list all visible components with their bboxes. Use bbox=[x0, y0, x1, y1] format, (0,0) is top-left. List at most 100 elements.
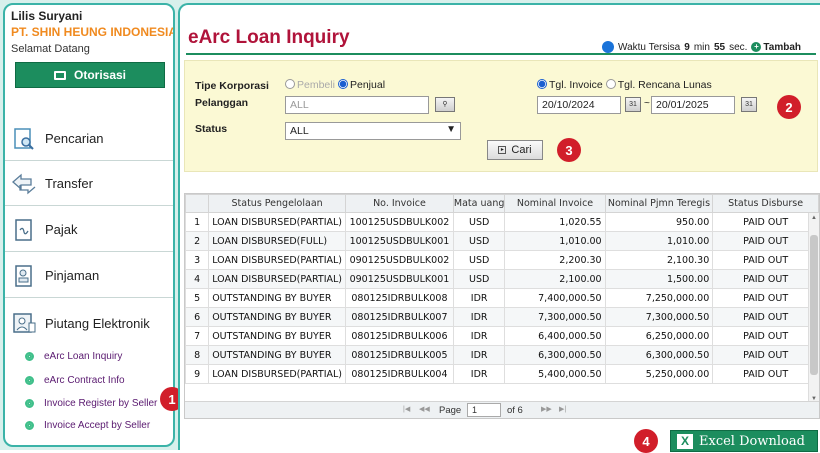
table-cell: OUTSTANDING BY BUYER bbox=[208, 326, 346, 346]
sidebar-item-label: Pencarian bbox=[45, 131, 104, 146]
submenu-earc-loan-inquiry[interactable]: eArc Loan Inquiry bbox=[25, 351, 122, 362]
date-from-input[interactable]: 20/10/2024 bbox=[537, 96, 621, 114]
sidebar-item-piutang-elektronik[interactable]: Piutang Elektronik bbox=[5, 301, 173, 345]
sidebar-item-pencarian[interactable]: Pencarian bbox=[5, 117, 173, 161]
table-cell: LOAN DISBURSED(PARTIAL) bbox=[208, 269, 346, 289]
calendar-icon[interactable]: 31 bbox=[741, 97, 757, 112]
pelanggan-label: Pelanggan bbox=[195, 97, 249, 109]
bullet-icon bbox=[25, 399, 34, 408]
radio-pembeli[interactable]: Pembeli bbox=[285, 79, 335, 91]
column-header[interactable]: Mata uang bbox=[452, 194, 506, 213]
table-cell: 3 bbox=[185, 250, 210, 270]
pager: |◀ ◀◀ Page 1 of 6 ▶▶ ▶| bbox=[185, 401, 819, 418]
date-type-group: Tgl. Invoice Tgl. Rencana Lunas bbox=[537, 79, 712, 91]
status-select[interactable]: ALL ▼ bbox=[285, 122, 461, 140]
title-divider bbox=[186, 53, 816, 55]
table-cell: PAID OUT bbox=[712, 288, 819, 308]
calendar-icon[interactable]: 31 bbox=[625, 97, 641, 112]
column-header[interactable]: Nominal Pjmn Teregis bbox=[604, 194, 714, 213]
table-cell: 7,250,000.00 bbox=[604, 288, 714, 308]
excel-download-button[interactable]: X Excel Download bbox=[670, 430, 818, 452]
table-cell: 1,500.00 bbox=[604, 269, 714, 289]
table-row[interactable]: 8 OUTSTANDING BY BUYER 080125IDRBULK005 IDR… bbox=[185, 345, 819, 365]
chevron-down-icon: ▼ bbox=[446, 124, 456, 135]
next-page-icon[interactable]: ▶▶ bbox=[541, 405, 552, 413]
table-cell: 7,300,000.50 bbox=[604, 307, 714, 327]
bullet-icon bbox=[25, 376, 34, 385]
table-cell: LOAN DISBURSED(PARTIAL) bbox=[208, 364, 346, 384]
table-cell: 1,010.00 bbox=[604, 231, 714, 251]
submenu-label: Invoice Accept by Seller bbox=[44, 420, 151, 431]
table-cell: 080125IDRBULK005 bbox=[345, 345, 454, 365]
cari-button[interactable]: ▸ Cari bbox=[487, 140, 543, 160]
results-table: Status Pengelolaan No. Invoice Mata uang… bbox=[185, 194, 819, 384]
table-row[interactable]: 4 LOAN DISBURSED(PARTIAL) 090125USDBULK001… bbox=[185, 269, 819, 289]
sidebar-item-pajak[interactable]: Pajak bbox=[5, 208, 173, 252]
last-page-icon[interactable]: ▶| bbox=[559, 405, 566, 413]
table-row[interactable]: 2 LOAN DISBURSED(FULL) 100125USDBULK001 USD… bbox=[185, 231, 819, 251]
table-cell: 4 bbox=[185, 269, 210, 289]
sidebar-item-pinjaman[interactable]: Pinjaman bbox=[5, 254, 173, 298]
loan-document-icon bbox=[9, 261, 39, 291]
table-cell: 080125IDRBULK006 bbox=[345, 326, 454, 346]
scrollbar-thumb[interactable] bbox=[810, 235, 818, 375]
table-cell: 7,300,000.50 bbox=[504, 307, 606, 327]
radio-tgl-invoice[interactable]: Tgl. Invoice bbox=[537, 79, 603, 91]
submenu-invoice-register-by-seller[interactable]: Invoice Register by Seller bbox=[25, 398, 157, 409]
submenu-label: Invoice Register by Seller bbox=[44, 398, 158, 409]
table-cell: 2,200.30 bbox=[504, 250, 606, 270]
table-cell: 5,250,000.00 bbox=[604, 364, 714, 384]
sidebar-item-label: Piutang Elektronik bbox=[45, 315, 150, 331]
pelanggan-input[interactable]: ALL bbox=[285, 96, 429, 114]
table-cell: 2 bbox=[185, 231, 210, 251]
radio-tgl-rencana-lunas[interactable]: Tgl. Rencana Lunas bbox=[605, 79, 712, 91]
column-header[interactable]: Status Pengelolaan bbox=[208, 194, 346, 213]
grid-scrollbar[interactable]: ▲ ▼ bbox=[808, 213, 819, 404]
customer-lookup-icon[interactable]: ⚲ bbox=[435, 97, 455, 112]
radio-off-icon bbox=[285, 79, 295, 89]
table-cell: USD bbox=[452, 231, 506, 251]
column-header[interactable]: Nominal Invoice bbox=[504, 194, 606, 213]
table-cell: IDR bbox=[452, 288, 506, 308]
column-header[interactable]: Status Disburse bbox=[712, 194, 819, 213]
radio-off-icon bbox=[605, 79, 616, 89]
table-cell: 100125USDBULK002 bbox=[345, 212, 454, 232]
extend-session-button[interactable]: + Tambah bbox=[751, 42, 801, 53]
bullet-icon bbox=[25, 421, 34, 430]
otorisasi-label: Otorisasi bbox=[73, 68, 127, 82]
page-number-input[interactable]: 1 bbox=[467, 403, 501, 417]
submenu-earc-contract-info[interactable]: eArc Contract Info bbox=[25, 375, 125, 386]
prev-page-icon[interactable]: ◀◀ bbox=[419, 405, 430, 413]
timer-sec-unit: sec. bbox=[729, 41, 748, 53]
table-cell: 950.00 bbox=[604, 212, 714, 232]
table-row[interactable]: 6 OUTSTANDING BY BUYER 080125IDRBULK007 IDR… bbox=[185, 307, 819, 327]
table-cell: PAID OUT bbox=[712, 307, 819, 327]
table-row[interactable]: 5 OUTSTANDING BY BUYER 080125IDRBULK008 IDR… bbox=[185, 288, 819, 308]
status-select-value: ALL bbox=[290, 125, 309, 137]
table-cell: PAID OUT bbox=[712, 345, 819, 365]
table-cell: IDR bbox=[452, 364, 506, 384]
table-cell: OUTSTANDING BY BUYER bbox=[208, 345, 346, 365]
date-to-input[interactable]: 20/01/2025 bbox=[651, 96, 735, 114]
sidebar-item-transfer[interactable]: Transfer bbox=[5, 162, 173, 206]
radio-penjual[interactable]: Penjual bbox=[338, 79, 385, 91]
table-cell: PAID OUT bbox=[712, 326, 819, 346]
submenu-label: eArc Contract Info bbox=[44, 375, 125, 386]
radio-on-icon bbox=[537, 79, 547, 89]
column-header[interactable]: No. Invoice bbox=[345, 194, 454, 213]
sidebar-item-label: Pajak bbox=[45, 222, 78, 237]
table-row[interactable]: 7 OUTSTANDING BY BUYER 080125IDRBULK006 IDR… bbox=[185, 326, 819, 346]
submenu-invoice-accept-by-seller[interactable]: Invoice Accept by Seller bbox=[25, 420, 150, 431]
first-page-icon[interactable]: |◀ bbox=[403, 405, 410, 413]
otorisasi-button[interactable]: Otorisasi bbox=[15, 62, 165, 88]
table-row[interactable]: 9 LOAN DISBURSED(PARTIAL) 080125IDRBULK004… bbox=[185, 364, 819, 384]
table-cell: 6,400,000.50 bbox=[504, 326, 606, 346]
table-row[interactable]: 3 LOAN DISBURSED(PARTIAL) 090125USDBULK002… bbox=[185, 250, 819, 270]
scroll-up-icon[interactable]: ▲ bbox=[810, 215, 818, 221]
filter-panel: Tipe Korporasi Pembeli Penjual Pelanggan… bbox=[184, 60, 818, 172]
status-label: Status bbox=[195, 123, 228, 135]
submenu-label: eArc Loan Inquiry bbox=[44, 351, 123, 362]
table-cell: 9 bbox=[185, 364, 210, 384]
radio-label: Tgl. Invoice bbox=[549, 79, 603, 91]
table-row[interactable]: 1 LOAN DISBURSED(PARTIAL) 100125USDBULK002… bbox=[185, 212, 819, 232]
